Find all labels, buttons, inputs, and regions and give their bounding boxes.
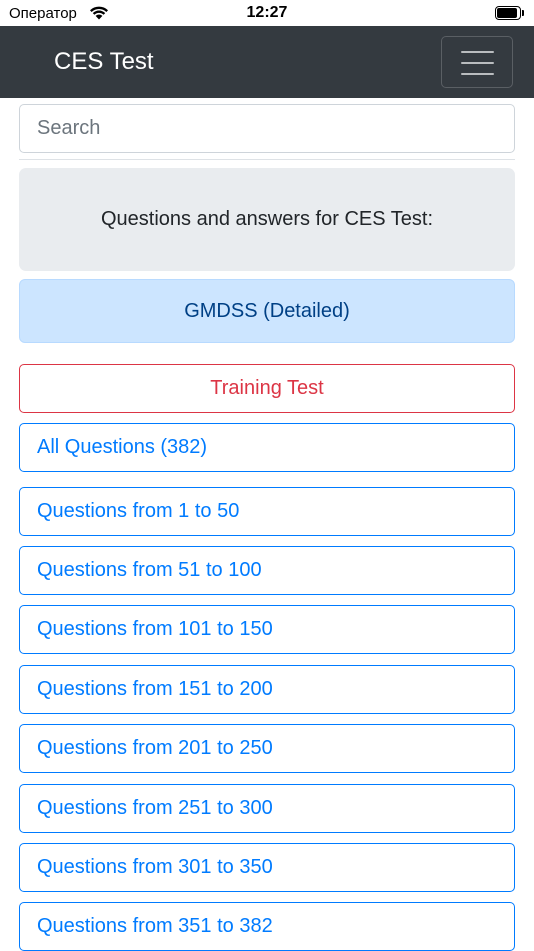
divider [19, 159, 515, 160]
category-alert: GMDSS (Detailed) [19, 279, 515, 343]
questions-351-382-button[interactable]: Questions from 351 to 382 [19, 902, 515, 951]
questions-1-50-button[interactable]: Questions from 1 to 50 [19, 487, 515, 536]
search-input[interactable] [19, 104, 515, 153]
training-test-button[interactable]: Training Test [19, 364, 515, 413]
clock: 12:27 [246, 4, 288, 21]
battery-icon [495, 6, 525, 20]
questions-151-200-button[interactable]: Questions from 151 to 200 [19, 665, 515, 714]
questions-251-300-button[interactable]: Questions from 251 to 300 [19, 784, 515, 833]
questions-301-350-button[interactable]: Questions from 301 to 350 [19, 843, 515, 892]
navbar-brand[interactable]: CES Test [54, 48, 154, 76]
menu-toggle-button[interactable] [441, 36, 513, 88]
status-bar: Оператор 12:27 [0, 0, 534, 26]
questions-51-100-button[interactable]: Questions from 51 to 100 [19, 546, 515, 595]
all-questions-button[interactable]: All Questions (382) [19, 423, 515, 472]
questions-101-150-button[interactable]: Questions from 101 to 150 [19, 605, 515, 654]
questions-201-250-button[interactable]: Questions from 201 to 250 [19, 724, 515, 773]
navbar: CES Test [0, 26, 534, 98]
category-label: GMDSS (Detailed) [184, 299, 350, 322]
intro-panel: Questions and answers for CES Test: [19, 168, 515, 271]
intro-text: Questions and answers for CES Test: [100, 208, 433, 230]
